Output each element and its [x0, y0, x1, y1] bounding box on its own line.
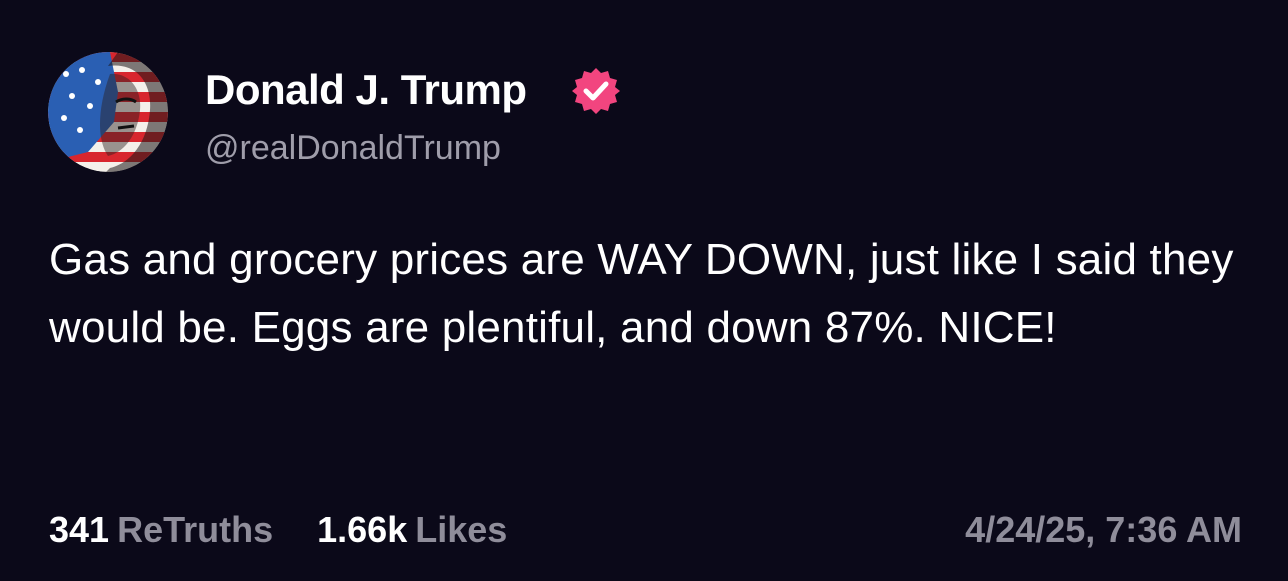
retruths-count: 341: [49, 509, 110, 550]
author-handle[interactable]: @realDonaldTrump: [205, 126, 501, 170]
retruths-stat[interactable]: 341 ReTruths: [49, 507, 273, 553]
post-body: Gas and grocery prices are WAY DOWN, jus…: [49, 235, 1234, 352]
likes-stat[interactable]: 1.66k Likes: [317, 507, 507, 553]
author-display-name[interactable]: Donald J. Trump: [205, 64, 527, 116]
post-card: Donald J. Trump @realDonaldTrump Gas and…: [0, 0, 1288, 581]
likes-count: 1.66k: [317, 509, 408, 550]
avatar[interactable]: [48, 52, 168, 172]
flag-portrait-avatar: [48, 52, 168, 172]
verified-badge-icon: [570, 65, 622, 117]
post-stats: 341 ReTruths 1.66k Likes: [49, 507, 541, 553]
retruths-label: ReTruths: [117, 509, 274, 550]
likes-label: Likes: [415, 509, 508, 550]
post-timestamp[interactable]: 4/24/25, 7:36 AM: [965, 507, 1242, 553]
